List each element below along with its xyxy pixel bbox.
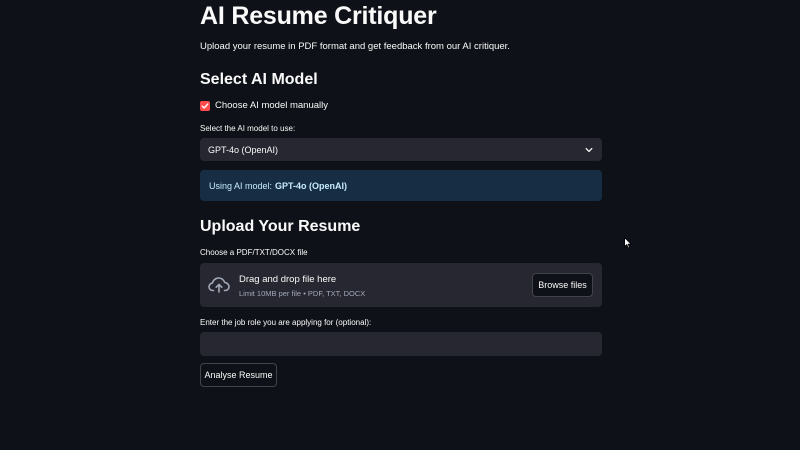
job-role-input[interactable] — [200, 332, 602, 356]
model-select-label: Select the AI model to use: — [200, 124, 296, 133]
model-select-value: GPT-4o (OpenAI) — [208, 144, 279, 155]
mouse-cursor-icon — [624, 236, 632, 249]
file-dropzone[interactable]: Drag and drop file here Limit 10MB per f… — [200, 263, 602, 307]
checkbox-checked-icon[interactable] — [200, 101, 210, 111]
job-role-label: Enter the job role you are applying for … — [200, 318, 372, 327]
chevron-down-icon[interactable] — [584, 145, 594, 155]
manual-model-checkbox[interactable]: Choose AI model manually — [200, 100, 328, 112]
dropzone-title: Drag and drop file here — [239, 274, 337, 285]
info-model-name: GPT-4o (OpenAI) — [275, 180, 348, 191]
browse-files-button[interactable]: Browse files — [532, 273, 593, 297]
page-title: AI Resume Critiquer — [200, 2, 437, 30]
dropzone-limit-text: Limit 10MB per file • PDF, TXT, DOCX — [239, 289, 366, 298]
analyse-resume-button[interactable]: Analyse Resume — [200, 363, 277, 387]
upload-heading: Upload Your Resume — [200, 218, 361, 235]
page-subtitle: Upload your resume in PDF format and get… — [200, 41, 510, 52]
model-select[interactable]: GPT-4o (OpenAI) — [200, 138, 602, 161]
cloud-upload-icon — [208, 276, 230, 293]
select-model-heading: Select AI Model — [200, 71, 318, 88]
info-prefix: Using AI model: — [209, 180, 273, 191]
manual-model-checkbox-label: Choose AI model manually — [215, 100, 329, 111]
file-uploader-label: Choose a PDF/TXT/DOCX file — [200, 248, 308, 257]
model-info-alert: Using AI model: GPT-4o (OpenAI) — [200, 170, 602, 201]
